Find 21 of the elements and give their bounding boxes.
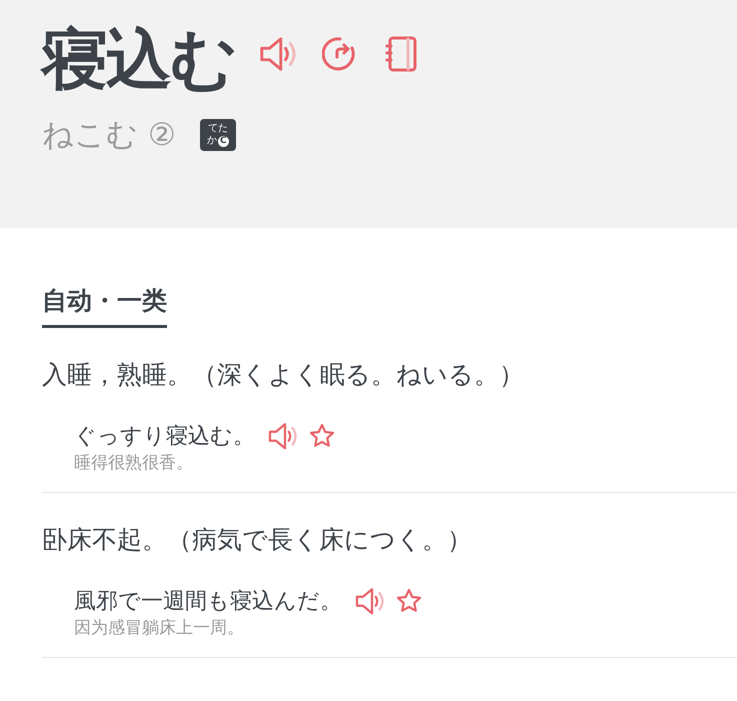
headword: 寝込む xyxy=(42,20,236,100)
badge-mark: C xyxy=(218,136,229,146)
translation: 因为感冒躺床上一周。 xyxy=(74,617,245,639)
badge-text: てた xyxy=(208,123,228,135)
speaker-icon[interactable] xyxy=(258,36,296,72)
example-sentence: 風邪で一週間も寝込んだ。 xyxy=(74,588,342,616)
notebook-icon[interactable] xyxy=(384,35,418,73)
speaker-icon[interactable] xyxy=(354,586,384,616)
accent-mark: ② xyxy=(148,117,176,153)
refresh-icon[interactable] xyxy=(322,36,358,72)
translation: 睡得很熟很香。 xyxy=(74,452,194,474)
kana-badge[interactable]: てた か C xyxy=(200,119,236,151)
part-of-speech: 自动・一类 xyxy=(42,284,167,328)
example-sentence: ぐっすり寝込む。 xyxy=(74,423,255,451)
badge-text: か xyxy=(206,135,217,147)
speaker-icon[interactable] xyxy=(267,422,297,450)
reading: ねこむ xyxy=(42,116,138,155)
definition: 入睡，熟睡。（深くよく眠る。ねいる。） xyxy=(42,359,525,391)
star-icon[interactable] xyxy=(396,588,422,614)
definition: 卧床不起。（病気で長く床につく。） xyxy=(42,524,473,556)
star-icon[interactable] xyxy=(309,423,335,449)
